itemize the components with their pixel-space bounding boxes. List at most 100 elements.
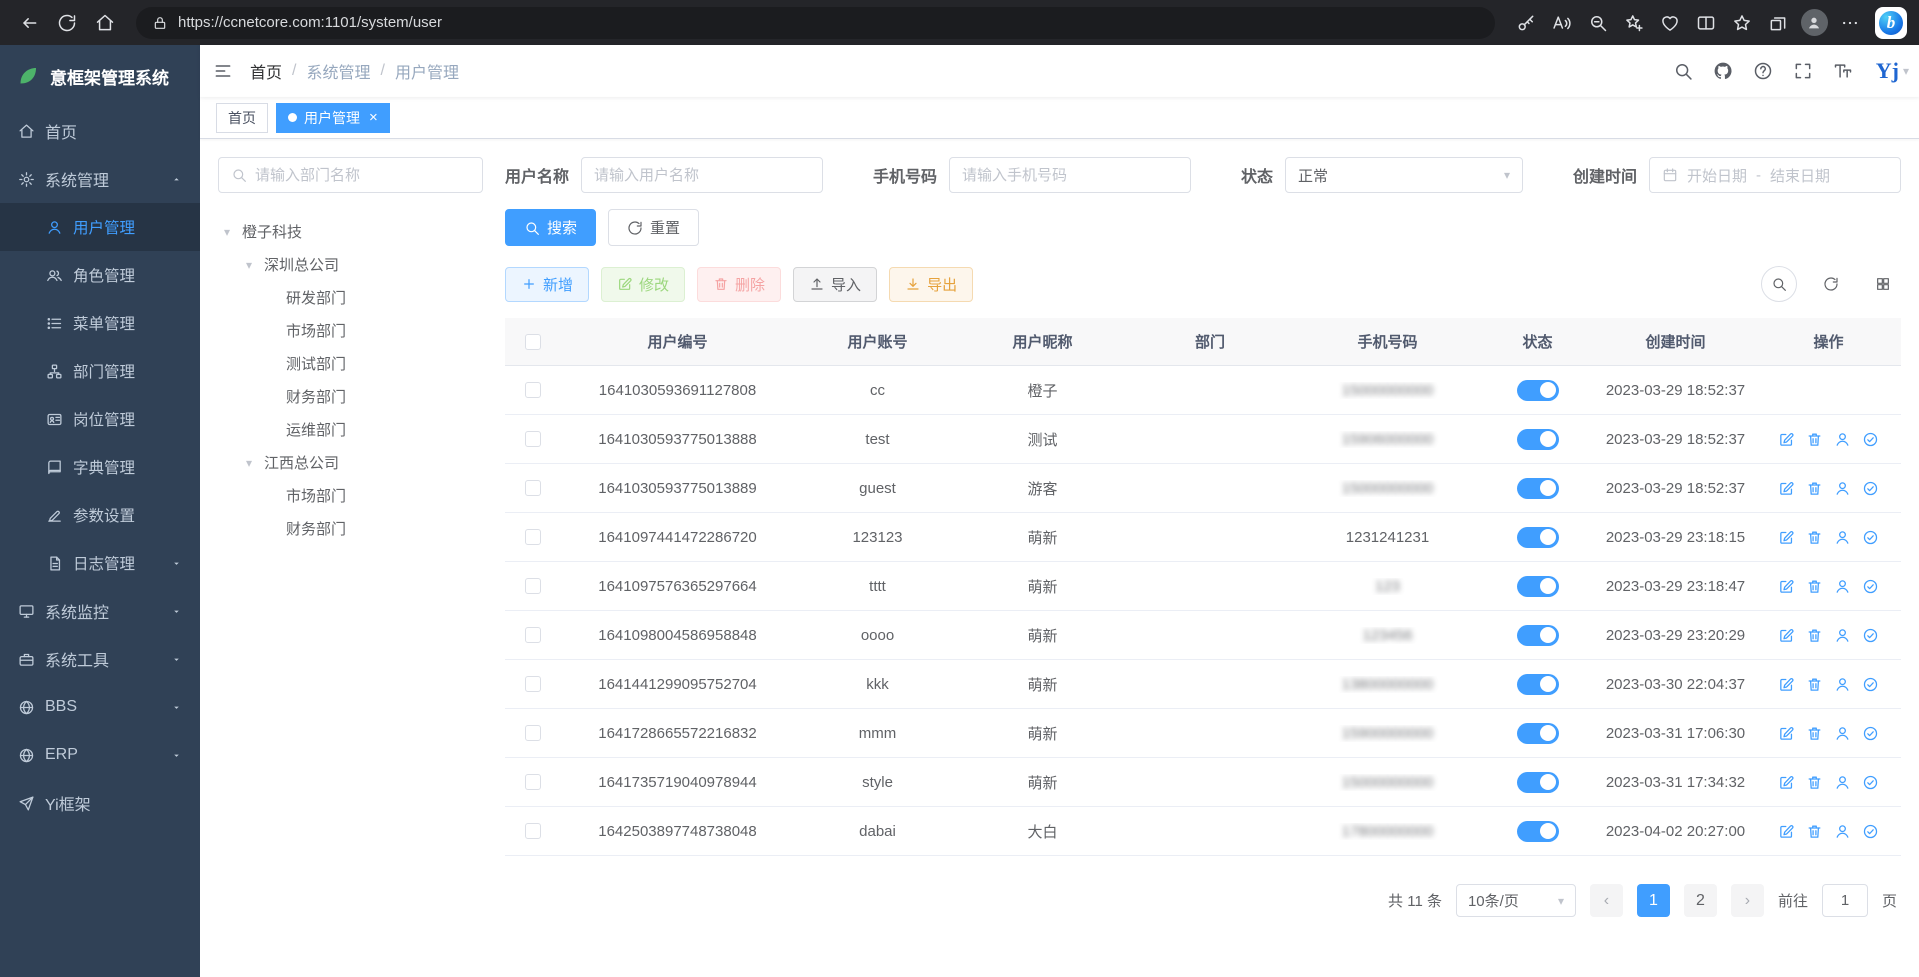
status-toggle[interactable] bbox=[1517, 674, 1559, 695]
delete-icon[interactable] bbox=[1806, 431, 1823, 448]
sidebar-item-gear[interactable]: 系统管理 bbox=[0, 155, 200, 203]
tree-node[interactable]: ▾ 测试部门 bbox=[218, 347, 483, 380]
sidebar-item-list[interactable]: 菜单管理 bbox=[0, 299, 200, 347]
close-tab-icon[interactable]: × bbox=[369, 109, 378, 126]
tree-node[interactable]: ▾ 深圳总公司 bbox=[218, 248, 483, 281]
reset-password-icon[interactable] bbox=[1834, 480, 1851, 497]
user-avatar[interactable]: Yj▾ bbox=[1876, 58, 1909, 84]
delete-icon[interactable] bbox=[1806, 480, 1823, 497]
sidebar-item-globe[interactable]: BBS bbox=[0, 683, 200, 731]
header-search-icon[interactable] bbox=[1666, 54, 1700, 88]
phone-input[interactable] bbox=[949, 157, 1191, 193]
user-name-input[interactable] bbox=[581, 157, 823, 193]
tab-user-management[interactable]: 用户管理× bbox=[276, 103, 390, 133]
browser-back-button[interactable] bbox=[12, 6, 46, 40]
select-all-checkbox[interactable] bbox=[525, 334, 541, 350]
read-aloud-icon[interactable] bbox=[1545, 6, 1579, 40]
tree-node[interactable]: ▾ 江西总公司 bbox=[218, 446, 483, 479]
page-button-2[interactable]: 2 bbox=[1684, 884, 1717, 917]
assign-role-icon[interactable] bbox=[1862, 676, 1879, 693]
delete-icon[interactable] bbox=[1806, 627, 1823, 644]
edit-icon[interactable] bbox=[1778, 725, 1795, 742]
profile-avatar[interactable] bbox=[1797, 6, 1831, 40]
collections-icon[interactable] bbox=[1761, 6, 1795, 40]
row-checkbox[interactable] bbox=[525, 529, 541, 545]
status-toggle[interactable] bbox=[1517, 772, 1559, 793]
date-range-picker[interactable]: 开始日期 - 结束日期 bbox=[1649, 157, 1901, 193]
assign-role-icon[interactable] bbox=[1862, 480, 1879, 497]
row-checkbox[interactable] bbox=[525, 627, 541, 643]
font-size-icon[interactable] bbox=[1826, 54, 1860, 88]
browser-menu-icon[interactable] bbox=[1833, 6, 1867, 40]
add-button[interactable]: 新增 bbox=[505, 267, 589, 302]
page-size-select[interactable]: 10条/页▾ bbox=[1456, 884, 1576, 917]
sidebar-item-edit[interactable]: 参数设置 bbox=[0, 491, 200, 539]
delete-icon[interactable] bbox=[1806, 578, 1823, 595]
tree-node[interactable]: ▾ 研发部门 bbox=[218, 281, 483, 314]
row-checkbox[interactable] bbox=[525, 676, 541, 692]
status-toggle[interactable] bbox=[1517, 576, 1559, 597]
delete-icon[interactable] bbox=[1806, 823, 1823, 840]
assign-role-icon[interactable] bbox=[1862, 431, 1879, 448]
row-checkbox[interactable] bbox=[525, 774, 541, 790]
delete-icon[interactable] bbox=[1806, 774, 1823, 791]
sidebar-item-send[interactable]: Yi框架 bbox=[0, 779, 200, 827]
tree-node[interactable]: ▾ 市场部门 bbox=[218, 314, 483, 347]
sidebar-item-monitor[interactable]: 系统监控 bbox=[0, 587, 200, 635]
sidebar-item-users[interactable]: 角色管理 bbox=[0, 251, 200, 299]
sidebar-item-globe[interactable]: ERP bbox=[0, 731, 200, 779]
reset-password-icon[interactable] bbox=[1834, 529, 1851, 546]
edit-button[interactable]: 修改 bbox=[601, 267, 685, 302]
status-toggle[interactable] bbox=[1517, 821, 1559, 842]
assign-role-icon[interactable] bbox=[1862, 725, 1879, 742]
refresh-table-icon[interactable] bbox=[1813, 266, 1849, 302]
breadcrumb-home[interactable]: 首页 bbox=[250, 59, 282, 83]
search-button[interactable]: 搜索 bbox=[505, 209, 596, 246]
breadcrumb-system[interactable]: 系统管理 bbox=[306, 59, 370, 83]
sidebar-item-badge[interactable]: 岗位管理 bbox=[0, 395, 200, 443]
add-favorite-icon[interactable] bbox=[1617, 6, 1651, 40]
delete-button[interactable]: 删除 bbox=[697, 267, 781, 302]
collapse-menu-button[interactable] bbox=[206, 54, 240, 88]
status-toggle[interactable] bbox=[1517, 527, 1559, 548]
assign-role-icon[interactable] bbox=[1862, 774, 1879, 791]
edit-icon[interactable] bbox=[1778, 529, 1795, 546]
reset-password-icon[interactable] bbox=[1834, 725, 1851, 742]
reset-password-icon[interactable] bbox=[1834, 431, 1851, 448]
sidebar-item-user[interactable]: 用户管理 bbox=[0, 203, 200, 251]
edit-icon[interactable] bbox=[1778, 578, 1795, 595]
password-key-icon[interactable] bbox=[1509, 6, 1543, 40]
sidebar-item-tree[interactable]: 部门管理 bbox=[0, 347, 200, 395]
reset-password-icon[interactable] bbox=[1834, 578, 1851, 595]
zoom-icon[interactable] bbox=[1581, 6, 1615, 40]
delete-icon[interactable] bbox=[1806, 725, 1823, 742]
reset-button[interactable]: 重置 bbox=[608, 209, 699, 246]
status-toggle[interactable] bbox=[1517, 625, 1559, 646]
bing-chat-icon[interactable]: b bbox=[1875, 7, 1907, 39]
edit-icon[interactable] bbox=[1778, 431, 1795, 448]
goto-page-input[interactable] bbox=[1822, 884, 1868, 917]
edit-icon[interactable] bbox=[1778, 480, 1795, 497]
row-checkbox[interactable] bbox=[525, 382, 541, 398]
status-select[interactable]: 正常 ▾ bbox=[1285, 157, 1523, 193]
edit-icon[interactable] bbox=[1778, 676, 1795, 693]
assign-role-icon[interactable] bbox=[1862, 823, 1879, 840]
assign-role-icon[interactable] bbox=[1862, 578, 1879, 595]
next-page-button[interactable]: › bbox=[1731, 884, 1764, 917]
hide-search-icon[interactable] bbox=[1761, 266, 1797, 302]
edit-icon[interactable] bbox=[1778, 774, 1795, 791]
row-checkbox[interactable] bbox=[525, 578, 541, 594]
row-checkbox[interactable] bbox=[525, 480, 541, 496]
help-icon[interactable] bbox=[1746, 54, 1780, 88]
prev-page-button[interactable]: ‹ bbox=[1590, 884, 1623, 917]
browser-home-button[interactable] bbox=[88, 6, 122, 40]
split-screen-icon[interactable] bbox=[1689, 6, 1723, 40]
reset-password-icon[interactable] bbox=[1834, 774, 1851, 791]
browser-essentials-icon[interactable] bbox=[1653, 6, 1687, 40]
tab-home[interactable]: 首页 bbox=[216, 103, 268, 133]
export-button[interactable]: 导出 bbox=[889, 267, 973, 302]
row-checkbox[interactable] bbox=[525, 823, 541, 839]
assign-role-icon[interactable] bbox=[1862, 529, 1879, 546]
tree-node[interactable]: ▾ 财务部门 bbox=[218, 380, 483, 413]
browser-refresh-button[interactable] bbox=[50, 6, 84, 40]
